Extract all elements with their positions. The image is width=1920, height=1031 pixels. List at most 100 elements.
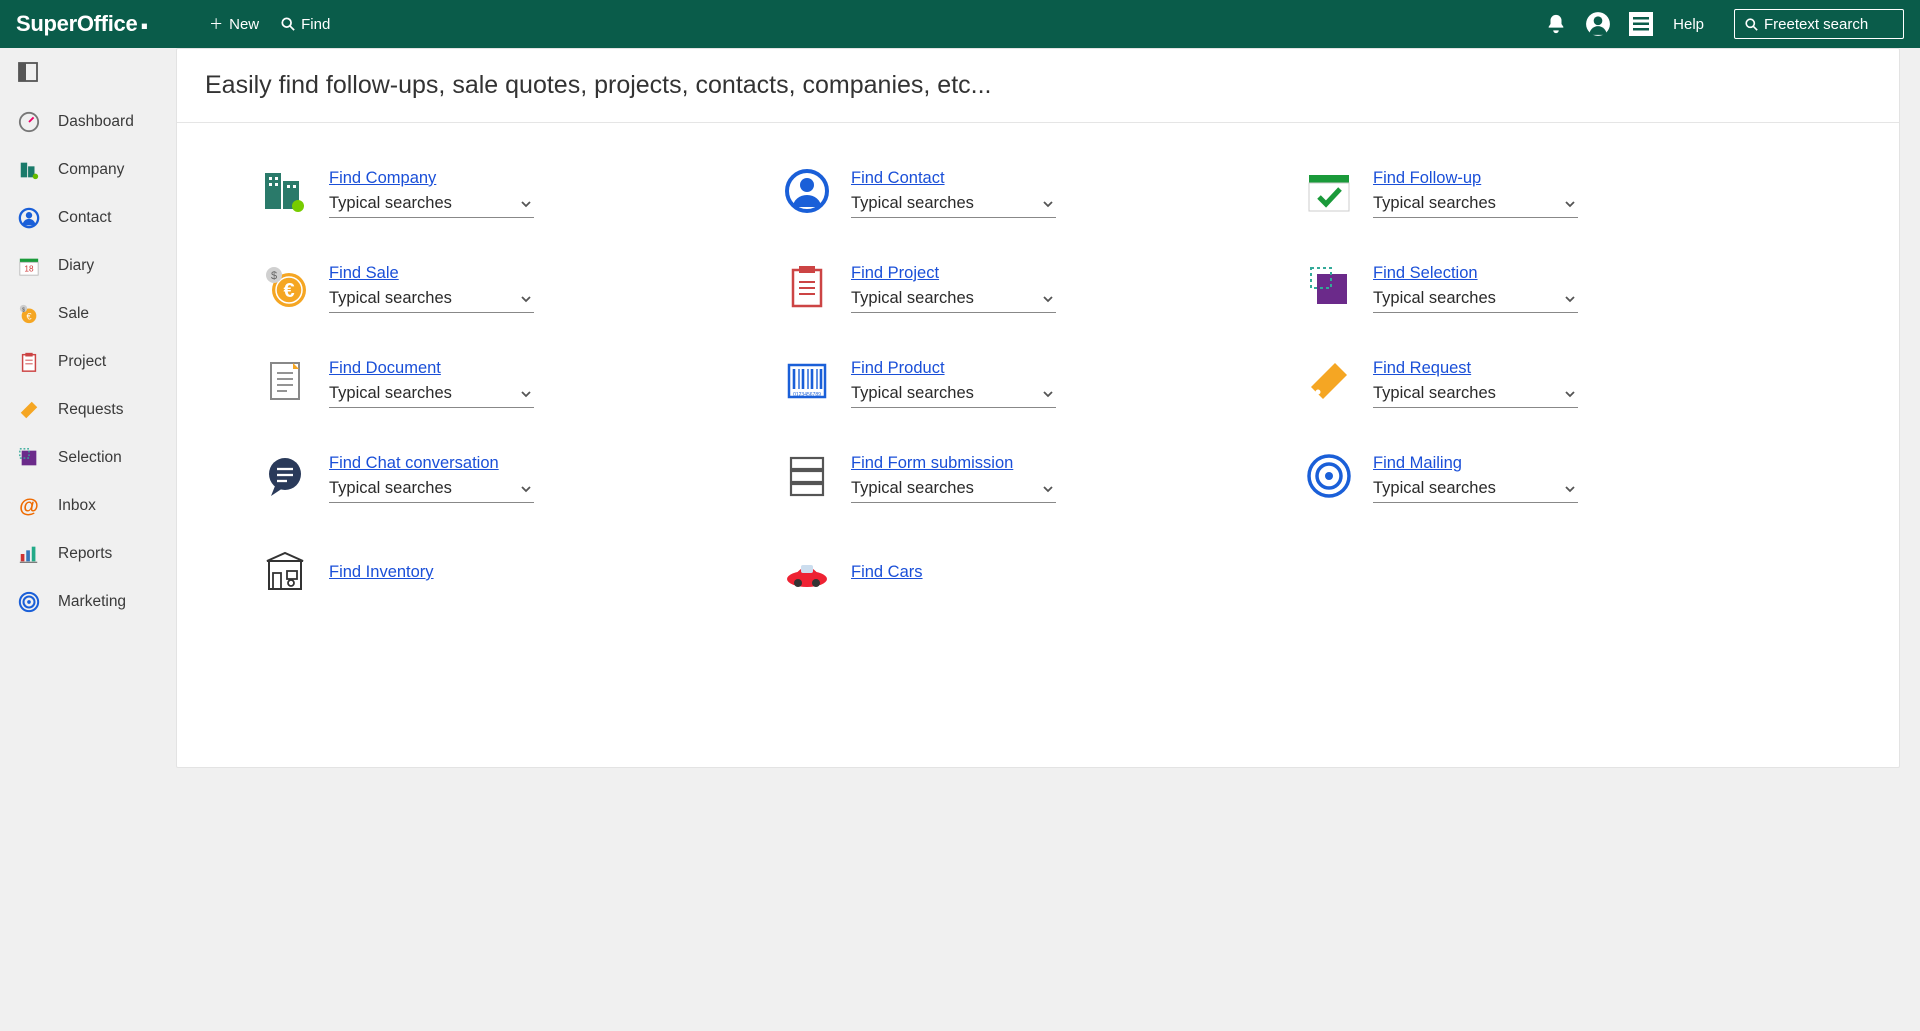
typical-searches-dropdown[interactable]: Typical searches [329, 192, 534, 218]
find-link-find-product[interactable]: Find Product [851, 359, 945, 378]
sidebar-item-sale[interactable]: €$ Sale [0, 290, 176, 338]
sidebar-item-diary[interactable]: 18 Diary [0, 242, 176, 290]
sidebar-item-contact[interactable]: Contact [0, 194, 176, 242]
new-button[interactable]: ＋ New [209, 14, 259, 34]
typical-searches-dropdown[interactable]: Typical searches [1373, 382, 1578, 408]
form-icon [785, 454, 829, 498]
find-label: Find [301, 16, 330, 33]
new-label: New [229, 16, 259, 33]
product-icon [785, 359, 829, 403]
find-link-find-inventory[interactable]: Find Inventory [329, 563, 434, 582]
target-icon [18, 591, 40, 613]
sidebar-item-label: Company [58, 161, 124, 179]
main-area: Easily find follow-ups, sale quotes, pro… [176, 48, 1920, 1031]
find-link-find-contact[interactable]: Find Contact [851, 169, 945, 188]
typical-searches-dropdown[interactable]: Typical searches [329, 477, 534, 503]
find-link-find-sale[interactable]: Find Sale [329, 264, 399, 283]
typical-searches-dropdown[interactable]: Typical searches [329, 287, 534, 313]
typical-searches-dropdown[interactable]: Typical searches [851, 382, 1056, 408]
chart-icon [18, 543, 40, 565]
find-link-find-mailing[interactable]: Find Mailing [1373, 454, 1462, 473]
svg-text:€: € [26, 312, 31, 322]
find-cell-find-sale: Find Sale Typical searches [263, 264, 775, 313]
find-link-find-chat-conversation[interactable]: Find Chat conversation [329, 454, 499, 473]
typical-searches-dropdown[interactable]: Typical searches [1373, 287, 1578, 313]
sidebar-item-company[interactable]: Company [0, 146, 176, 194]
find-link-find-request[interactable]: Find Request [1373, 359, 1471, 378]
typical-searches-dropdown[interactable]: Typical searches [1373, 192, 1578, 218]
sidebar-item-reports[interactable]: Reports [0, 530, 176, 578]
sidebar-item-label: Sale [58, 305, 89, 323]
help-link[interactable]: Help [1671, 16, 1706, 33]
find-link-find-company[interactable]: Find Company [329, 169, 436, 188]
chevron-down-icon [1042, 198, 1054, 210]
menu-icon[interactable] [1629, 12, 1653, 36]
find-cell-find-follow-up: Find Follow-up Typical searches [1307, 169, 1819, 218]
find-link-find-follow-up[interactable]: Find Follow-up [1373, 169, 1481, 188]
find-cell-find-company: Find Company Typical searches [263, 169, 775, 218]
dropdown-label: Typical searches [851, 289, 974, 308]
dropdown-label: Typical searches [329, 479, 452, 498]
typical-searches-dropdown[interactable]: Typical searches [329, 382, 534, 408]
project-icon [18, 351, 40, 373]
project-icon [785, 264, 829, 308]
sidebar-item-label: Dashboard [58, 113, 134, 131]
sidebar-item-label: Project [58, 353, 106, 371]
chevron-down-icon [1564, 483, 1576, 495]
plus-icon: ＋ [209, 14, 223, 34]
find-link-find-selection[interactable]: Find Selection [1373, 264, 1478, 283]
find-cell-find-inventory: Find Inventory [263, 549, 775, 593]
find-cell-find-document: Find Document Typical searches [263, 359, 775, 408]
dropdown-label: Typical searches [329, 289, 452, 308]
dropdown-label: Typical searches [1373, 479, 1496, 498]
sidebar-item-requests[interactable]: Requests [0, 386, 176, 434]
selection-icon [1307, 264, 1351, 308]
sidebar-item-project[interactable]: Project [0, 338, 176, 386]
find-grid: Find Company Typical searches Find Conta… [177, 123, 1899, 633]
topbar-left-actions: ＋ New Find [209, 14, 330, 34]
sidebar-item-inbox[interactable]: @ Inbox [0, 482, 176, 530]
ticket-icon [18, 399, 40, 421]
find-link-find-cars[interactable]: Find Cars [851, 563, 923, 582]
brand-logo[interactable]: SuperOffice. [16, 11, 149, 37]
svg-text:$: $ [22, 307, 25, 313]
dashboard-icon [18, 111, 40, 133]
svg-text:18: 18 [24, 265, 34, 274]
panel-toggle-icon[interactable] [18, 62, 176, 82]
freetext-search[interactable]: Freetext search [1734, 9, 1904, 39]
profile-icon[interactable] [1585, 11, 1611, 37]
find-button[interactable]: Find [281, 16, 330, 33]
brand-text: SuperOffice [16, 11, 137, 37]
find-link-find-project[interactable]: Find Project [851, 264, 939, 283]
notification-icon[interactable] [1545, 13, 1567, 35]
find-cell-find-request: Find Request Typical searches [1307, 359, 1819, 408]
typical-searches-dropdown[interactable]: Typical searches [851, 287, 1056, 313]
typical-searches-dropdown[interactable]: Typical searches [851, 477, 1056, 503]
find-cell-find-mailing: Find Mailing Typical searches [1307, 454, 1819, 503]
find-cell-find-product: Find Product Typical searches [785, 359, 1297, 408]
sidebar: Dashboard Company Contact 18 Diary €$ Sa… [0, 48, 176, 1031]
search-icon [281, 17, 295, 31]
find-link-find-form-submission[interactable]: Find Form submission [851, 454, 1013, 473]
chevron-down-icon [1564, 293, 1576, 305]
company-icon [263, 169, 307, 213]
topbar-right-icons: Help Freetext search [1545, 9, 1904, 39]
typical-searches-dropdown[interactable]: Typical searches [851, 192, 1056, 218]
chevron-down-icon [1564, 388, 1576, 400]
sidebar-item-dashboard[interactable]: Dashboard [0, 98, 176, 146]
followup-icon [1307, 169, 1351, 213]
sidebar-item-marketing[interactable]: Marketing [0, 578, 176, 626]
svg-text:@: @ [19, 495, 39, 517]
find-cell-find-project: Find Project Typical searches [785, 264, 1297, 313]
mailing-icon [1307, 454, 1351, 498]
dropdown-label: Typical searches [1373, 289, 1496, 308]
sidebar-item-label: Contact [58, 209, 111, 227]
typical-searches-dropdown[interactable]: Typical searches [1373, 477, 1578, 503]
sidebar-item-label: Requests [58, 401, 123, 419]
search-icon [1745, 18, 1758, 31]
contact-icon [18, 207, 40, 229]
find-link-find-document[interactable]: Find Document [329, 359, 441, 378]
find-cell-find-contact: Find Contact Typical searches [785, 169, 1297, 218]
sidebar-item-label: Selection [58, 449, 122, 467]
sidebar-item-selection[interactable]: Selection [0, 434, 176, 482]
